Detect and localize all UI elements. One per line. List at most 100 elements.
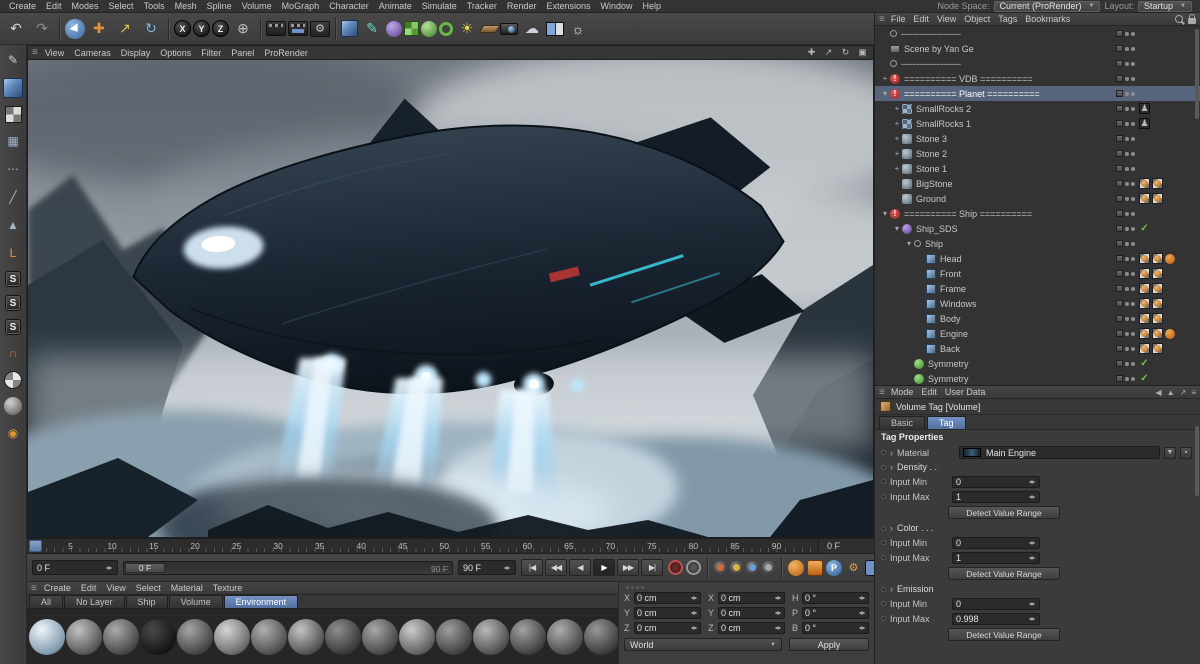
render-visibility-dot[interactable] [1131, 316, 1135, 321]
coord-input-size-z[interactable]: 0 cm [718, 622, 785, 634]
object-tree-scrollbar[interactable] [1195, 29, 1199, 119]
panel-grip[interactable] [624, 585, 869, 590]
render-visibility-dot[interactable] [1131, 106, 1135, 111]
attribute-tab-basic[interactable]: Basic [879, 416, 926, 429]
expand-icon[interactable]: ▾ [880, 89, 890, 98]
texture-ball-icon[interactable] [4, 371, 22, 389]
object-row-planet-4[interactable]: ▾! ========== Planet ========== [875, 86, 1200, 101]
make-editable-icon[interactable]: ✎ [3, 50, 23, 70]
enable-toggle[interactable] [1116, 195, 1123, 202]
mat-tag[interactable] [1152, 268, 1163, 279]
visibility-toggles[interactable] [1116, 345, 1135, 352]
view-panes-icon[interactable] [546, 21, 564, 36]
object-menu-file[interactable]: File [887, 14, 910, 24]
object-menu-edit[interactable]: Edit [909, 14, 933, 24]
points-mode-icon[interactable]: ⋯ [3, 159, 23, 179]
input-color-input-min[interactable]: 0 [952, 536, 1040, 549]
material-sphere-15[interactable] [547, 618, 583, 655]
expand-icon[interactable]: ▾ [892, 224, 902, 233]
material-menu-select[interactable]: Select [131, 583, 166, 593]
enable-toggle[interactable] [1116, 270, 1123, 277]
node-space-dropdown[interactable]: Current (ProRender) ▼ [993, 0, 1101, 12]
visibility-toggles[interactable] [1116, 30, 1135, 37]
editor-visibility-dot[interactable] [1125, 331, 1129, 336]
editor-visibility-dot[interactable] [1125, 46, 1129, 51]
visibility-toggles[interactable] [1116, 315, 1135, 322]
stepper[interactable] [774, 623, 782, 633]
viewport-menu-filter[interactable]: Filter [196, 48, 226, 58]
keyframe-dot[interactable] [881, 494, 886, 499]
render-visibility-dot[interactable] [1131, 76, 1135, 81]
object-row-front-16[interactable]: Front [875, 266, 1200, 281]
editor-visibility-dot[interactable] [1125, 256, 1129, 261]
enable-toggle[interactable] [1116, 225, 1123, 232]
enable-toggle[interactable] [1116, 345, 1123, 352]
mograph-cloner-icon[interactable] [404, 21, 419, 36]
render-visibility-dot[interactable] [1131, 31, 1135, 36]
editor-visibility-dot[interactable] [1125, 31, 1129, 36]
editor-visibility-dot[interactable] [1125, 136, 1129, 141]
stepper[interactable] [858, 593, 866, 603]
mat-tag[interactable] [1152, 313, 1163, 324]
object-row-scene-by-yan-ge-1[interactable]: Scene by Yan Ge [875, 41, 1200, 56]
stepper[interactable] [690, 608, 698, 618]
viewport-menu-options[interactable]: Options [155, 48, 196, 58]
object-row-frame-17[interactable]: Frame [875, 281, 1200, 296]
texture-mode-icon[interactable] [4, 106, 22, 123]
material-menu-edit[interactable]: Edit [76, 583, 102, 593]
enable-toggle[interactable] [1116, 90, 1123, 97]
mat-tag[interactable] [1139, 193, 1150, 204]
menu-help[interactable]: Help [638, 1, 667, 11]
menu-volume[interactable]: Volume [237, 1, 277, 11]
editor-visibility-dot[interactable] [1125, 181, 1129, 186]
object-row-ship-14[interactable]: ▾ Ship [875, 236, 1200, 251]
enable-toggle[interactable] [1116, 330, 1123, 337]
stepper[interactable] [1028, 477, 1036, 487]
snap-icon[interactable]: ∩ [3, 343, 23, 363]
mat-tag[interactable] [1152, 253, 1163, 264]
keyframe-dot[interactable] [881, 555, 886, 560]
stepper[interactable] [690, 593, 698, 603]
stepper[interactable] [858, 608, 866, 618]
visibility-toggles[interactable] [1116, 240, 1135, 247]
attribute-menu-user-data[interactable]: User Data [941, 387, 990, 397]
render-visibility-dot[interactable] [1131, 61, 1135, 66]
viewport-maximize-icon[interactable]: ▣ [856, 47, 869, 59]
material-browse-button[interactable]: ▪ [1180, 446, 1192, 459]
object-row-ground-11[interactable]: Ground [875, 191, 1200, 206]
material-sphere-10[interactable] [362, 618, 398, 655]
material-menu-create[interactable]: Create [39, 583, 76, 593]
expand-caret-icon[interactable]: › [890, 448, 893, 458]
editor-visibility-dot[interactable] [1125, 346, 1129, 351]
selection-filter-2-icon[interactable]: S [5, 295, 21, 311]
visibility-toggles[interactable] [1116, 330, 1135, 337]
keyframe-dot[interactable] [881, 616, 886, 621]
render-settings-icon[interactable]: ⚙ [310, 20, 330, 37]
attribute-scrollbar[interactable] [1195, 426, 1199, 496]
input-emission-input-max[interactable]: 0.998 [952, 612, 1040, 625]
end-frame-field[interactable]: 90 F [458, 560, 516, 575]
mat-tag[interactable] [1139, 328, 1150, 339]
coord-input-rotation-h[interactable]: 0 ° [802, 592, 869, 604]
search-icon[interactable] [1175, 15, 1183, 23]
attribute-tab-tag[interactable]: Tag [927, 416, 966, 429]
object-row-stone-1-9[interactable]: + Stone 1 [875, 161, 1200, 176]
menu-animate[interactable]: Animate [374, 1, 417, 11]
enable-toggle[interactable] [1116, 150, 1123, 157]
mat-tag[interactable] [1139, 283, 1150, 294]
render-visibility-dot[interactable] [1131, 376, 1135, 381]
coord-input-position-z[interactable]: 0 cm [634, 622, 701, 634]
attribute-menu-edit[interactable]: Edit [917, 387, 941, 397]
stepper[interactable] [503, 563, 511, 573]
visibility-toggles[interactable] [1116, 195, 1135, 202]
sky-icon[interactable]: ☁ [520, 17, 544, 41]
render-settings-button[interactable]: ⚙ [845, 559, 862, 576]
attribute-menu-icon[interactable]: ≡ [879, 387, 885, 398]
field-icon[interactable] [439, 21, 453, 36]
person-tag[interactable]: ♟ [1139, 103, 1150, 114]
mat-tag[interactable] [1139, 298, 1150, 309]
editor-visibility-dot[interactable] [1125, 301, 1129, 306]
menu-edit[interactable]: Edit [41, 1, 67, 11]
autokey-button[interactable] [686, 560, 701, 575]
material-sphere-9[interactable] [325, 618, 361, 655]
